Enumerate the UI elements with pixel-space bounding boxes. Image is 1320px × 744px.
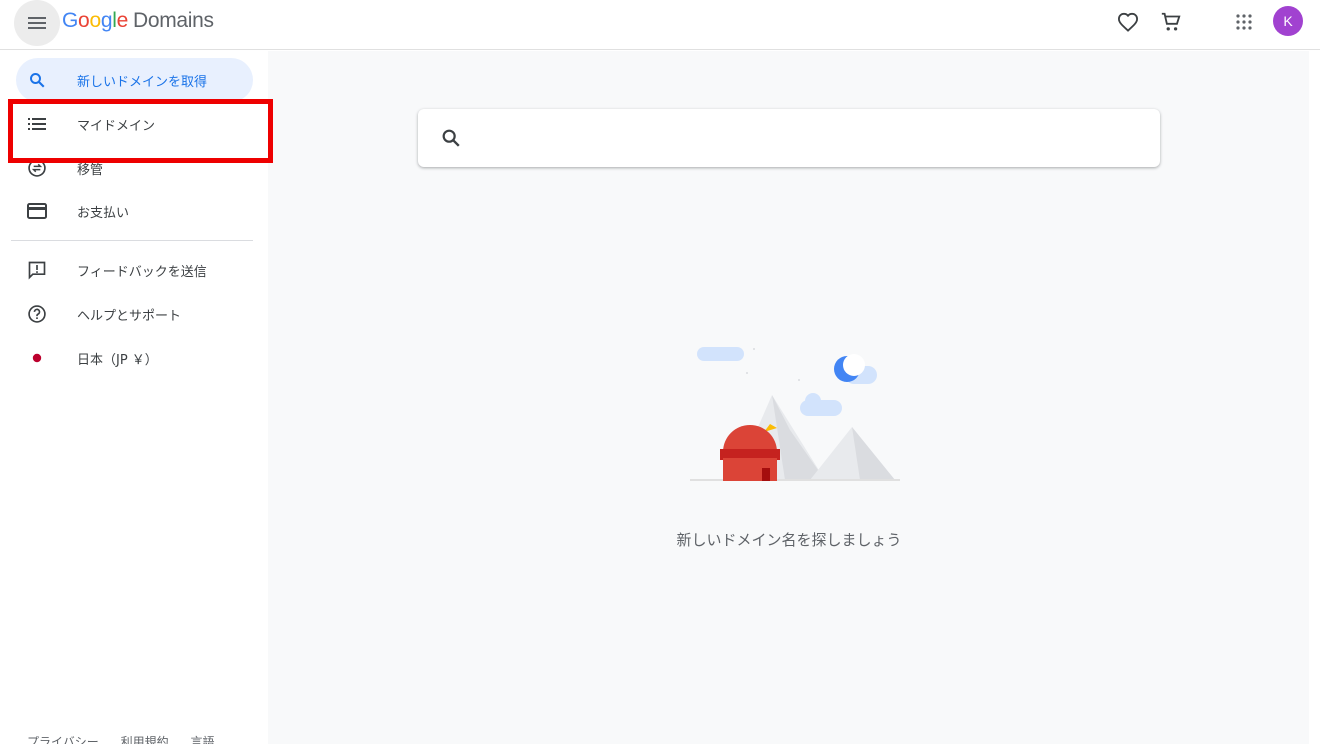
apps-grid-icon [1236,14,1252,30]
sidebar-nav: 新しいドメインを取得 マイドメイン 移管 お支払い フィードバックを送信 ヘルプ… [0,51,273,744]
cart-button[interactable] [1159,10,1183,34]
main-menu-button[interactable] [14,0,60,46]
sidebar-item-label: フィードバックを送信 [77,264,207,280]
terms-link[interactable]: 利用規約 [121,735,169,744]
logo-letter: o [78,9,90,32]
google-domains-logo[interactable]: Google Domains [62,9,214,33]
sidebar-item-label: 日本（JP ￥） [77,352,158,368]
logo-letter: e [116,9,129,32]
sidebar-item-send-feedback[interactable]: フィードバックを送信 [11,248,253,292]
sidebar-item-billing[interactable]: お支払い [11,189,253,233]
feedback-icon [25,258,49,282]
heart-icon [1117,12,1139,32]
google-apps-button[interactable] [1232,10,1256,34]
japan-flag-icon [25,346,49,370]
sidebar-divider [11,240,253,241]
search-icon [442,129,460,147]
domain-search-box[interactable] [418,109,1160,167]
sidebar-item-label: 新しいドメインを取得 [77,74,208,90]
sidebar-item-label: お支払い [77,205,130,221]
highlight-annotation-box [8,99,273,163]
logo-letter: g [100,9,113,32]
privacy-link[interactable]: プライバシー [27,735,99,744]
sidebar-item-label: ヘルプとサポート [77,308,182,324]
logo-letter: o [89,9,101,32]
hamburger-menu-icon [28,17,46,29]
shopping-cart-icon [1161,12,1181,31]
logo-letter: G [62,9,79,32]
app-header: Google Domains K [0,0,1320,50]
language-link[interactable]: 言語 [190,735,214,744]
domain-search-input[interactable] [478,121,1138,155]
sidebar-item-region[interactable]: 日本（JP ￥） [11,336,253,380]
empty-state-message: 新しいドメイン名を探しましょう [676,531,902,549]
sidebar-item-get-new-domain[interactable]: 新しいドメインを取得 [16,58,253,102]
help-icon [25,302,49,326]
credit-card-icon [25,199,49,223]
product-name: Domains [132,9,214,32]
sidebar-footer-links: プライバシー 利用規約 言語 [27,733,232,744]
sidebar-item-help[interactable]: ヘルプとサポート [11,292,253,336]
observatory-illustration [690,347,900,481]
search-icon [25,68,49,92]
favorites-button[interactable] [1116,10,1140,34]
account-avatar[interactable]: K [1273,6,1303,36]
